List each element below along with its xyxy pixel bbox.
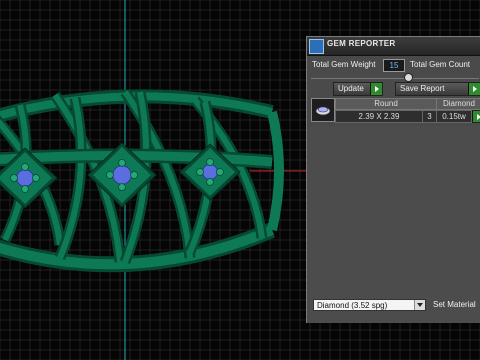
row-select-button[interactable] [472,110,480,123]
prong [118,183,126,192]
gem-count-cell: 3 [422,110,437,123]
round-gem-icon [315,106,331,116]
gem-weight-cell: 0.15tw [436,110,472,123]
update-label: Update [338,84,364,93]
play-icon [370,83,382,95]
gem-stone [16,169,34,187]
gem-stone [112,165,132,185]
prong [21,185,29,193]
total-gem-weight-label: Total Gem Weight [312,60,376,69]
panel-title: GEM REPORTER [327,39,396,48]
prong [215,168,224,176]
total-gem-count-label: Total Gem Count [410,60,471,69]
prong [10,174,18,182]
play-icon [472,111,480,122]
app-icon [309,39,324,54]
slider-track[interactable] [311,78,479,79]
prong [32,174,40,182]
save-report-label: Save Report [400,84,445,93]
column-header-shape: Round [335,98,437,110]
total-gem-weight-field[interactable]: 15 [383,59,405,72]
gem-reporter-panel: GEM REPORTER Total Gem Weight 15 Total G… [306,36,480,323]
gem-list-area [307,126,480,294]
gem-size-cell: 2.39 X 2.39 [335,110,423,123]
prong [106,171,114,179]
gem-thumbnail[interactable] [311,98,335,122]
prong [118,158,126,167]
prong [196,168,205,176]
column-header-material: Diamond [436,98,480,110]
set-material-button[interactable]: Set Material [433,300,476,309]
prong [130,171,139,179]
gem-stone [202,164,218,180]
play-icon [468,83,480,95]
material-bar: Diamond (3.52 spg) Set Material [307,295,480,323]
chevron-down-icon [414,300,425,310]
save-report-button[interactable]: Save Report [395,82,480,96]
update-button[interactable]: Update [333,82,383,96]
prong [206,158,214,167]
material-select-value: Diamond (3.52 spg) [317,301,388,310]
material-select[interactable]: Diamond (3.52 spg) [313,299,426,311]
prong [21,163,29,171]
slider-handle[interactable] [404,73,413,82]
prong [206,177,214,186]
panel-titlebar[interactable]: GEM REPORTER [307,37,480,56]
